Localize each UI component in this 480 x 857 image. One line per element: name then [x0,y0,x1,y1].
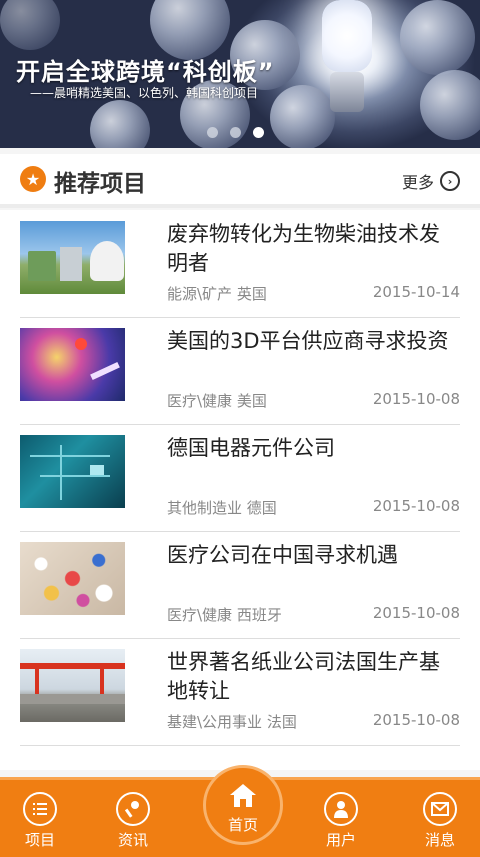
item-date: 2015-10-08 [372,604,460,622]
user-icon [324,792,358,826]
mail-icon [423,792,457,826]
carousel-indicator[interactable] [207,127,264,138]
thumbnail-image [20,328,125,401]
item-category: 医疗\健康 西班牙 [167,606,282,624]
list-item[interactable]: 德国电器元件公司 其他制造业 德国 2015-10-08 [20,424,460,532]
nav-label: 资讯 [117,831,148,849]
item-title: 废弃物转化为生物柴油技术发明者 [167,222,440,275]
carousel-dot[interactable] [230,127,241,138]
item-title: 德国电器元件公司 [167,436,335,460]
nav-item-projects[interactable]: 项目 [5,792,75,850]
hero-banner[interactable]: 开启全球跨境“科创板” ——晨哨精选美国、以色列、韩国科创项目 [0,0,480,148]
nav-item-messages[interactable]: 消息 [405,792,475,850]
item-category: 能源\矿产 英国 [167,285,267,303]
list-item[interactable]: 世界著名纸业公司法国生产基地转让 基建\公用事业 法国 2015-10-08 [20,638,460,746]
nav-label: 消息 [424,831,455,849]
more-label: 更多 [401,173,434,192]
item-category: 医疗\健康 美国 [167,392,267,410]
item-title: 医疗公司在中国寻求机遇 [167,543,398,567]
banner-title: 开启全球跨境“科创板” [16,58,275,86]
nav-item-news[interactable]: 资讯 [98,792,168,850]
item-category: 其他制造业 德国 [167,499,277,517]
thumbnail-image [20,221,125,294]
list-item[interactable]: 医疗公司在中国寻求机遇 医疗\健康 西班牙 2015-10-08 [20,531,460,639]
more-link[interactable]: 更多 › [402,169,460,193]
list-icon [23,792,57,826]
section-title: 推荐项目 [54,171,146,197]
carousel-dot[interactable] [207,127,218,138]
carousel-dot-active[interactable] [253,127,264,138]
thumbnail-image [20,649,125,722]
item-title: 世界著名纸业公司法国生产基地转让 [167,650,440,703]
item-title: 美国的3D平台供应商寻求投资 [167,329,449,353]
item-category: 基建\公用事业 法国 [167,713,297,731]
item-date: 2015-10-08 [372,497,460,515]
list-item[interactable]: 美国的3D平台供应商寻求投资 医疗\健康 美国 2015-10-08 [20,317,460,425]
item-date: 2015-10-08 [372,390,460,408]
recommended-section-header: ★ 推荐项目 更多 › [0,154,480,208]
item-date: 2015-10-14 [372,283,460,301]
thumbnail-image [20,542,125,615]
project-list: 废弃物转化为生物柴油技术发明者 能源\矿产 英国 2015-10-14 美国的3… [0,210,480,770]
lit-bulb-image [312,0,382,120]
list-item[interactable]: 废弃物转化为生物柴油技术发明者 能源\矿产 英国 2015-10-14 [20,210,460,318]
nav-item-home[interactable]: 首页 [203,765,283,845]
nav-label: 项目 [24,831,55,849]
nav-label: 用户 [325,831,356,849]
microphone-icon [116,792,150,826]
banner-subtitle: ——晨哨精选美国、以色列、韩国科创项目 [30,86,259,100]
star-icon: ★ [20,166,46,192]
thumbnail-image [20,435,125,508]
home-icon [206,782,280,812]
nav-item-user[interactable]: 用户 [306,792,376,850]
arrow-right-icon: › [440,171,460,191]
nav-label: 首页 [227,816,258,834]
item-date: 2015-10-08 [372,711,460,729]
